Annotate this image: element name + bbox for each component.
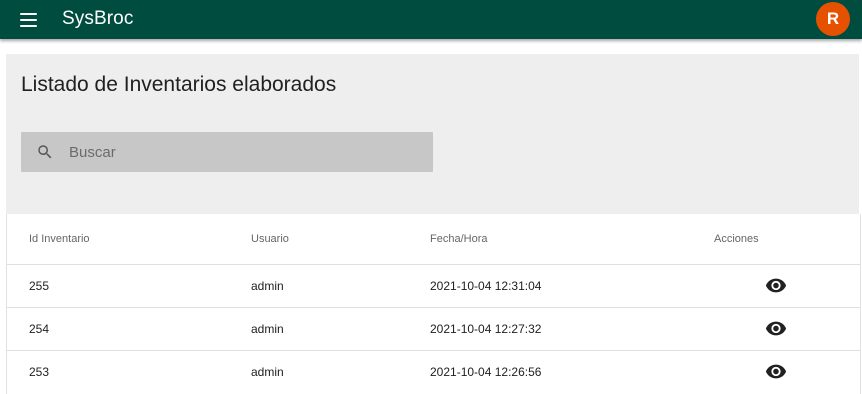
inventory-header-panel: Listado de Inventarios elaborados <box>6 54 859 214</box>
table-row: 254 admin 2021-10-04 12:27:32 <box>7 307 860 351</box>
cell-date: 2021-10-04 12:26:56 <box>430 365 542 379</box>
cell-user: admin <box>251 365 284 379</box>
app-bar: SysBroc R <box>0 0 862 39</box>
menu-icon-line <box>20 13 37 15</box>
cell-id: 254 <box>29 322 50 336</box>
search-icon <box>38 145 52 159</box>
menu-icon-line <box>20 25 37 27</box>
cell-date: 2021-10-04 12:27:32 <box>430 322 542 336</box>
cell-user: admin <box>251 322 284 336</box>
app-title: SysBroc <box>62 8 134 29</box>
column-header-user[interactable]: Usuario <box>251 233 289 245</box>
page-title: Listado de Inventarios elaborados <box>21 73 337 96</box>
table-row: 255 admin 2021-10-04 12:31:04 <box>7 264 860 308</box>
eye-icon[interactable] <box>765 277 787 293</box>
search-input[interactable] <box>69 132 419 172</box>
column-header-actions: Acciones <box>714 233 759 245</box>
eye-icon[interactable] <box>765 320 787 336</box>
column-header-date[interactable]: Fecha/Hora <box>430 233 487 245</box>
table-row: 253 admin 2021-10-04 12:26:56 <box>7 350 860 394</box>
user-avatar[interactable]: R <box>816 2 850 36</box>
column-header-id[interactable]: Id Inventario <box>29 233 90 245</box>
menu-button[interactable] <box>19 12 39 28</box>
cell-id: 255 <box>29 279 50 293</box>
inventory-table: Id Inventario Usuario Fecha/Hora Accione… <box>6 214 861 394</box>
search-box[interactable] <box>21 132 433 172</box>
eye-icon[interactable] <box>765 363 787 379</box>
cell-user: admin <box>251 279 284 293</box>
menu-icon-line <box>20 19 37 21</box>
cell-id: 253 <box>29 365 50 379</box>
cell-date: 2021-10-04 12:31:04 <box>430 279 542 293</box>
